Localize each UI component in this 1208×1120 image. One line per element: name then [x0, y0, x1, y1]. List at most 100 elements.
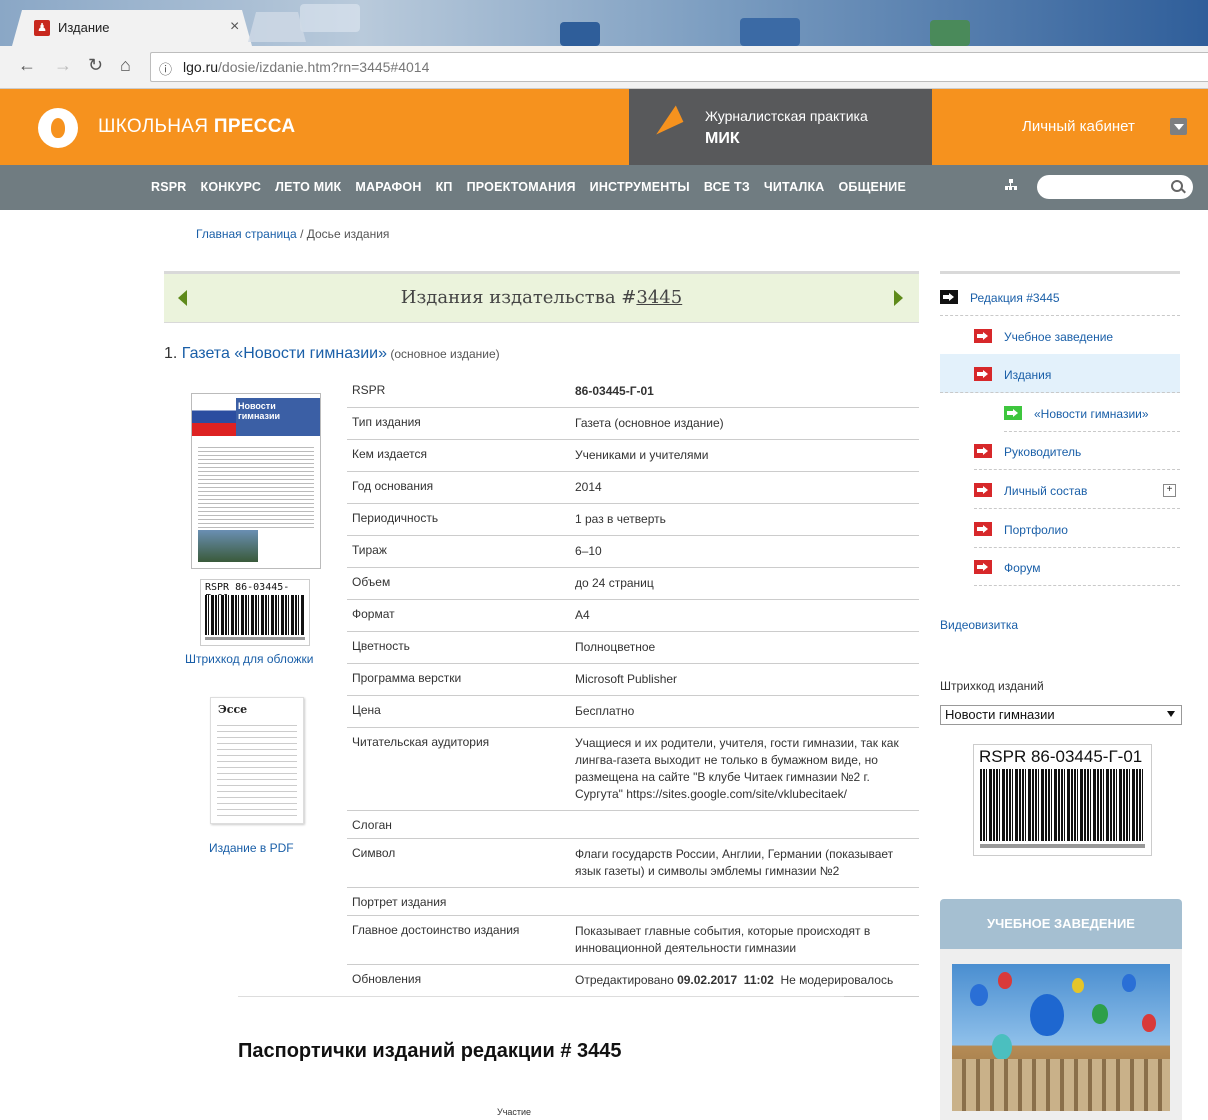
search-input[interactable] [1037, 175, 1193, 199]
sidebar-item-1[interactable]: Учебное заведение [974, 316, 1180, 355]
balloon [1142, 1014, 1156, 1032]
site-brand[interactable]: ШКОЛЬНАЯ ПРЕССА [98, 116, 295, 138]
barcode-image[interactable]: RSPR 86-03445-Г-01 [200, 579, 310, 646]
balloon [1092, 1004, 1108, 1024]
browser-tab[interactable]: ♟ Издание × [12, 10, 252, 46]
sidebar-item-label: Учебное заведение [1004, 329, 1114, 344]
info-row: Читательская аудитория Учащиеся и их роди… [347, 728, 919, 811]
nav-item-7[interactable]: ВСЕ ТЗ [704, 180, 750, 194]
banner-title: Издания издательства #3445 [400, 287, 683, 308]
sidebar-item-5[interactable]: Личный состав + [974, 470, 1180, 509]
info-value-text: до 24 страниц [575, 576, 654, 590]
info-value: Учениками и учителями [575, 440, 919, 471]
info-value-text: Учащиеся и их родители, учителя, гости г… [575, 736, 899, 801]
nav-item-3[interactable]: МАРАФОН [355, 180, 421, 194]
info-value: Газета (основное издание) [575, 408, 919, 439]
cover-text-lines [198, 444, 314, 528]
home-icon[interactable]: ⌂ [120, 55, 131, 76]
next-arrow-icon[interactable] [894, 290, 903, 306]
sidebar-barcode-fine-print [980, 844, 1145, 848]
chevron-down-icon[interactable] [1170, 118, 1187, 135]
tab-close-icon[interactable]: × [230, 18, 239, 36]
school-photo[interactable] [952, 964, 1170, 1111]
sidebar-item-3[interactable]: «Новости гимназии» [1004, 393, 1180, 432]
sidebar-item-0[interactable]: Редакция #3445 [940, 277, 1180, 316]
info-value: Полноцветное [575, 632, 919, 663]
info-value: 6–10 [575, 536, 919, 567]
sidebar-item-4[interactable]: Руководитель [974, 431, 1180, 471]
nav-item-4[interactable]: КП [436, 180, 453, 194]
info-value-text: Учениками и учителями [575, 448, 709, 462]
arrow-right-icon [974, 521, 992, 536]
info-key: Цветность [352, 639, 410, 653]
cover-banner: Новости гимназии [192, 398, 320, 436]
cover-barcode-link[interactable]: Штрихкод для обложки [185, 652, 314, 666]
info-value: Бесплатно [575, 696, 919, 727]
nav-item-8[interactable]: ЧИТАЛКА [764, 180, 825, 194]
pdf-link[interactable]: Издание в PDF [209, 841, 294, 855]
nav-item-0[interactable]: RSPR [151, 180, 187, 194]
address-bar[interactable]: ⓘ lgo.ru/dosie/izdanie.htm?rn=3445#4014 [150, 52, 1208, 82]
info-row: Кем издается Учениками и учителями [347, 440, 919, 472]
info-row: Символ Флаги государств России, Англии, Г… [347, 839, 919, 888]
main-nav-items: RSPR КОНКУРС ЛЕТО МИК МАРАФОН КП ПРОЕКТОМАНИЯ… [151, 180, 920, 194]
site-logo-icon[interactable] [38, 108, 78, 148]
info-key: Цена [352, 703, 381, 717]
arrow-right-icon [974, 328, 992, 343]
school-block-header[interactable]: УЧЕБНОЕ ЗАВЕДЕНИЕ [940, 899, 1182, 949]
sidebar-item-7[interactable]: Форум [974, 547, 1180, 587]
info-row: Периодичность 1 раз в четверть [347, 504, 919, 536]
barcode-select-value: Новости гимназии [945, 707, 1055, 722]
balloon [992, 1034, 1012, 1060]
nav-item-6[interactable]: ИНСТРУМЕНТЫ [590, 180, 690, 194]
reload-icon[interactable]: ↻ [88, 55, 103, 76]
nav-item-1[interactable]: КОНКУРС [201, 180, 262, 194]
background-image-fragment [930, 20, 970, 46]
info-row: Программа верстки Microsoft Publisher [347, 664, 919, 696]
back-arrow-icon[interactable]: ← [18, 55, 36, 76]
promo-block[interactable]: Журналистская практика МИК [629, 89, 932, 165]
video-card-link[interactable]: Видеовизитка [940, 618, 1018, 632]
balloon [1122, 974, 1136, 992]
personal-cabinet-link[interactable]: Личный кабинет [1022, 118, 1135, 135]
publication-name-link[interactable]: Газета «Новости гимназии» [182, 345, 387, 362]
essay-thumbnail[interactable]: Эссе издания [210, 697, 304, 824]
dropdown-arrow-icon[interactable] [1167, 711, 1175, 717]
info-value: до 24 страниц [575, 568, 919, 599]
sidebar-barcode-image: RSPR 86-03445-Г-01 [973, 744, 1152, 856]
sidebar-item-2[interactable]: Издания [940, 354, 1180, 394]
info-value: А4 [575, 600, 919, 631]
balloon [1030, 994, 1064, 1036]
publication-cover-image[interactable]: Новости гимназии [191, 393, 321, 569]
search-icon[interactable] [1171, 180, 1183, 192]
background-image-fragment [740, 18, 800, 46]
browser-tab-strip: ♟ Издание × [0, 0, 1208, 46]
info-value: 1 раз в четверть [575, 504, 919, 535]
sitemap-icon[interactable] [1005, 179, 1017, 191]
sidebar-item-6[interactable]: Портфолио [974, 509, 1180, 548]
info-value: 2014 [575, 472, 919, 503]
forward-arrow-icon[interactable]: → [54, 55, 72, 76]
info-row: Формат А4 [347, 600, 919, 632]
info-key: Тип издания [352, 415, 421, 429]
breadcrumb-current: Досье издания [306, 227, 390, 241]
expand-icon[interactable]: + [1163, 484, 1176, 497]
barcode-select[interactable]: Новости гимназии [940, 705, 1182, 725]
info-key: Кем издается [352, 447, 427, 461]
banner-title-number[interactable]: 3445 [636, 287, 682, 308]
info-value: Отредактировано 09.02.2017 11:02 Не моде… [575, 965, 919, 996]
school-building [952, 1059, 1170, 1111]
publication-title: 1. Газета «Новости гимназии» (основное и… [164, 345, 500, 362]
new-tab-button[interactable] [248, 12, 306, 42]
info-value-text: Газета (основное издание) [575, 416, 724, 430]
breadcrumb-home[interactable]: Главная страница [196, 227, 297, 241]
info-key: Периодичность [352, 511, 439, 525]
nav-item-5[interactable]: ПРОЕКТОМАНИЯ [467, 180, 576, 194]
nav-item-9[interactable]: ОБЩЕНИЕ [839, 180, 907, 194]
essay-text-lines [217, 720, 297, 816]
info-value-text: Microsoft Publisher [575, 672, 678, 686]
info-row: Цветность Полноцветное [347, 632, 919, 664]
nav-item-2[interactable]: ЛЕТО МИК [275, 180, 341, 194]
barcode-fine-print [205, 637, 305, 640]
breadcrumb: Главная страница / Досье издания [196, 227, 390, 241]
